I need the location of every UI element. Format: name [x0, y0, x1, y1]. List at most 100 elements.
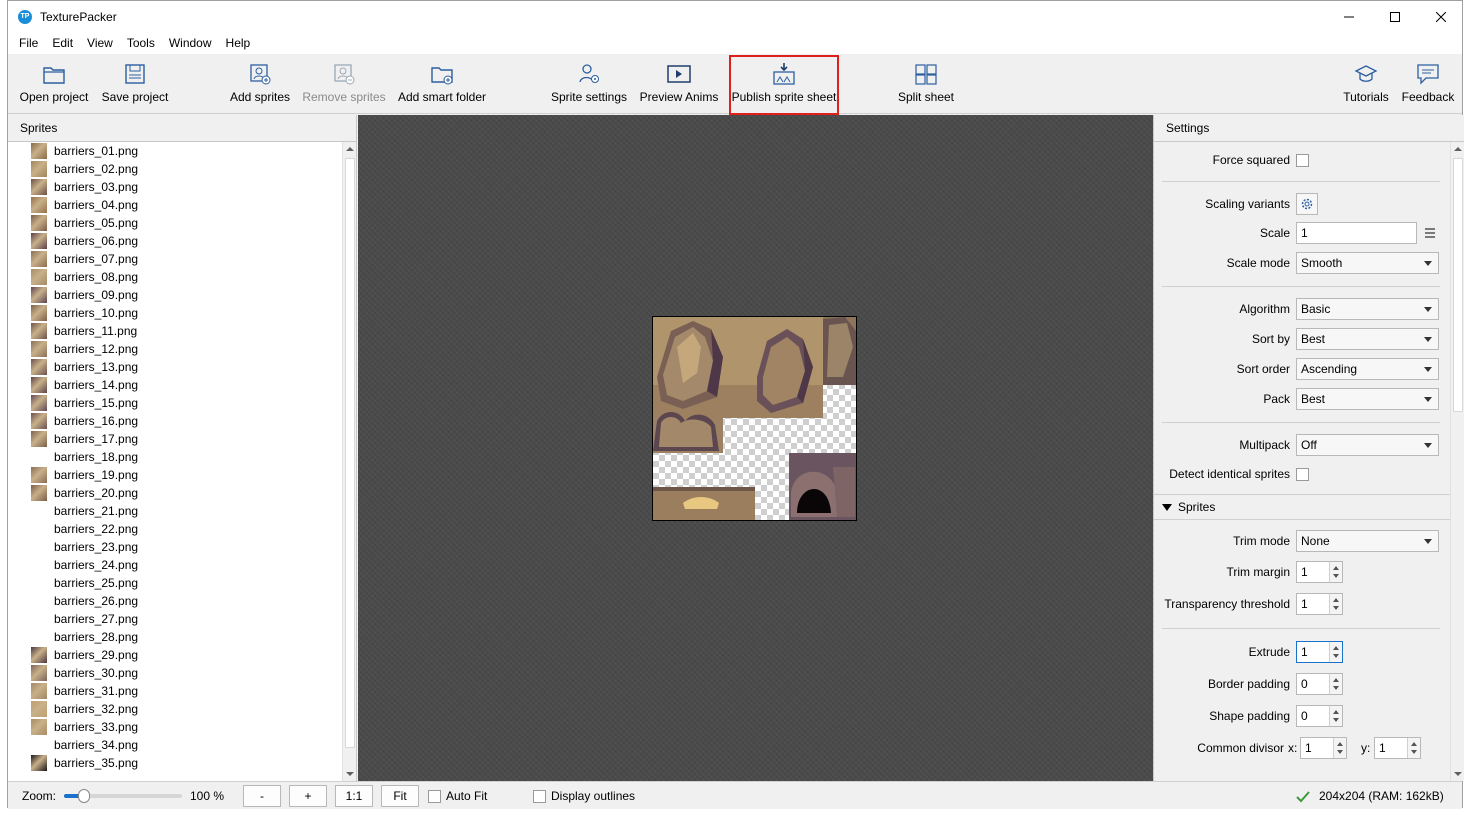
- close-button[interactable]: [1418, 1, 1464, 32]
- scaling-variants-button[interactable]: [1296, 193, 1318, 215]
- zoom-slider[interactable]: [64, 789, 182, 803]
- list-item[interactable]: barriers_03.png: [8, 178, 342, 196]
- list-item[interactable]: barriers_09.png: [8, 286, 342, 304]
- list-item[interactable]: barriers_30.png: [8, 664, 342, 682]
- list-item[interactable]: barriers_02.png: [8, 160, 342, 178]
- list-item[interactable]: barriers_12.png: [8, 340, 342, 358]
- list-item[interactable]: barriers_07.png: [8, 250, 342, 268]
- sprite-list-scrollbar[interactable]: [342, 142, 356, 781]
- stepper-down-icon[interactable]: [1333, 574, 1339, 578]
- scroll-down-icon[interactable]: [1451, 767, 1464, 781]
- sprite-settings-button[interactable]: Sprite settings: [550, 54, 628, 114]
- list-item[interactable]: barriers_05.png: [8, 214, 342, 232]
- transparency-threshold-stepper[interactable]: 1: [1296, 593, 1343, 615]
- stepper-up-icon[interactable]: [1411, 742, 1417, 746]
- menu-lines-icon[interactable]: [1424, 227, 1436, 239]
- list-item[interactable]: barriers_33.png: [8, 718, 342, 736]
- scroll-thumb[interactable]: [1453, 158, 1463, 412]
- list-item[interactable]: barriers_15.png: [8, 394, 342, 412]
- sprite-sheet-canvas[interactable]: [358, 115, 1153, 781]
- list-item[interactable]: barriers_31.png: [8, 682, 342, 700]
- stepper-up-icon[interactable]: [1333, 710, 1339, 714]
- detect-identical-checkbox[interactable]: [1296, 467, 1309, 481]
- list-item[interactable]: barriers_01.png: [8, 142, 342, 160]
- list-item[interactable]: barriers_06.png: [8, 232, 342, 250]
- add-sprites-button[interactable]: Add sprites: [228, 54, 292, 114]
- zoom-in-button[interactable]: +: [289, 785, 327, 807]
- stepper-up-icon[interactable]: [1333, 646, 1339, 650]
- border-padding-stepper[interactable]: 0: [1296, 673, 1343, 695]
- scale-input[interactable]: 1: [1296, 222, 1417, 244]
- list-item[interactable]: barriers_08.png: [8, 268, 342, 286]
- auto-fit-checkbox[interactable]: [428, 790, 441, 803]
- stepper-up-icon[interactable]: [1337, 742, 1343, 746]
- menu-file[interactable]: File: [12, 32, 45, 54]
- list-item[interactable]: barriers_20.png: [8, 484, 342, 502]
- zoom-one-to-one-button[interactable]: 1:1: [335, 785, 373, 807]
- tutorials-button[interactable]: Tutorials: [1338, 54, 1394, 114]
- minimize-button[interactable]: [1326, 1, 1372, 32]
- stepper-down-icon[interactable]: [1333, 606, 1339, 610]
- settings-scrollbar[interactable]: [1450, 142, 1464, 781]
- stepper-down-icon[interactable]: [1333, 654, 1339, 658]
- stepper-up-icon[interactable]: [1333, 598, 1339, 602]
- list-item[interactable]: barriers_14.png: [8, 376, 342, 394]
- scale-mode-select[interactable]: Smooth: [1296, 252, 1439, 274]
- stepper-up-icon[interactable]: [1333, 678, 1339, 682]
- menu-view[interactable]: View: [80, 32, 120, 54]
- list-item[interactable]: barriers_04.png: [8, 196, 342, 214]
- list-item[interactable]: barriers_34.png: [8, 736, 342, 754]
- scroll-up-icon[interactable]: [1451, 142, 1464, 156]
- maximize-button[interactable]: [1372, 1, 1418, 32]
- list-item[interactable]: barriers_23.png: [8, 538, 342, 556]
- display-outlines-checkbox[interactable]: [533, 790, 546, 803]
- preview-anims-button[interactable]: Preview Anims: [638, 54, 720, 114]
- trim-mode-select[interactable]: None: [1296, 530, 1439, 552]
- list-item[interactable]: barriers_29.png: [8, 646, 342, 664]
- list-item[interactable]: barriers_27.png: [8, 610, 342, 628]
- list-item[interactable]: barriers_24.png: [8, 556, 342, 574]
- zoom-fit-button[interactable]: Fit: [381, 785, 419, 807]
- shape-padding-stepper[interactable]: 0: [1296, 705, 1343, 727]
- list-item[interactable]: barriers_32.png: [8, 700, 342, 718]
- stepper-up-icon[interactable]: [1333, 566, 1339, 570]
- common-divisor-y-stepper[interactable]: 1: [1374, 737, 1421, 759]
- menu-window[interactable]: Window: [162, 32, 219, 54]
- list-item[interactable]: barriers_10.png: [8, 304, 342, 322]
- list-item[interactable]: barriers_19.png: [8, 466, 342, 484]
- list-item[interactable]: barriers_26.png: [8, 592, 342, 610]
- list-item[interactable]: barriers_13.png: [8, 358, 342, 376]
- sort-by-select[interactable]: Best: [1296, 328, 1439, 350]
- algorithm-select[interactable]: Basic: [1296, 298, 1439, 320]
- stepper-down-icon[interactable]: [1333, 686, 1339, 690]
- menu-edit[interactable]: Edit: [45, 32, 80, 54]
- scroll-up-icon[interactable]: [343, 142, 357, 156]
- stepper-down-icon[interactable]: [1337, 750, 1343, 754]
- remove-sprites-button[interactable]: Remove sprites: [302, 54, 386, 114]
- sort-order-select[interactable]: Ascending: [1296, 358, 1439, 380]
- trim-margin-stepper[interactable]: 1: [1296, 561, 1343, 583]
- list-item[interactable]: barriers_11.png: [8, 322, 342, 340]
- common-divisor-x-stepper[interactable]: 1: [1300, 737, 1347, 759]
- list-item[interactable]: barriers_22.png: [8, 520, 342, 538]
- split-sheet-button[interactable]: Split sheet: [888, 54, 964, 114]
- scroll-thumb[interactable]: [345, 158, 355, 748]
- list-item[interactable]: barriers_16.png: [8, 412, 342, 430]
- zoom-slider-thumb[interactable]: [78, 789, 91, 803]
- list-item[interactable]: barriers_28.png: [8, 628, 342, 646]
- force-squared-checkbox[interactable]: [1296, 153, 1309, 167]
- menu-help[interactable]: Help: [219, 32, 258, 54]
- list-item[interactable]: barriers_21.png: [8, 502, 342, 520]
- open-project-button[interactable]: Open project: [18, 54, 90, 114]
- stepper-down-icon[interactable]: [1411, 750, 1417, 754]
- sprites-section-header[interactable]: Sprites: [1154, 494, 1450, 520]
- list-item[interactable]: barriers_18.png: [8, 448, 342, 466]
- stepper-down-icon[interactable]: [1333, 718, 1339, 722]
- pack-select[interactable]: Best: [1296, 388, 1439, 410]
- add-smart-folder-button[interactable]: Add smart folder: [396, 54, 488, 114]
- multipack-select[interactable]: Off: [1296, 434, 1439, 456]
- list-item[interactable]: barriers_25.png: [8, 574, 342, 592]
- scroll-down-icon[interactable]: [343, 767, 357, 781]
- extrude-stepper[interactable]: 1: [1296, 641, 1343, 663]
- feedback-button[interactable]: Feedback: [1400, 54, 1456, 114]
